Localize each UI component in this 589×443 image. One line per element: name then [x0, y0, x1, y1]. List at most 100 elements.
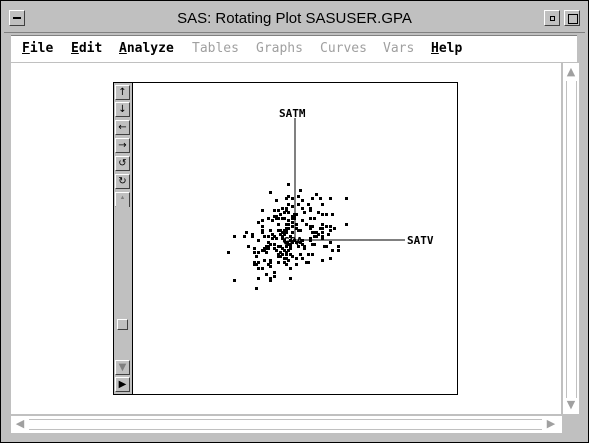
scatter-point: [233, 235, 236, 238]
scatter-point: [301, 219, 304, 222]
menu-curves[interactable]: Curves: [320, 41, 367, 56]
play-icon[interactable]: ▶: [115, 377, 130, 392]
menu-bar: File Edit Analyze Tables Graphs Curves V…: [11, 35, 577, 62]
scatter-point: [267, 247, 270, 250]
scroll-down-icon[interactable]: ▼: [564, 398, 578, 412]
scatter-point: [317, 233, 320, 236]
scatter-point: [303, 211, 306, 214]
scatter-point: [279, 233, 282, 236]
scatter-point: [275, 199, 278, 202]
scatter-point: [325, 225, 328, 228]
scatter-point: [281, 207, 284, 210]
scatter-point: [277, 223, 280, 226]
scroll-up-icon[interactable]: ▲: [564, 65, 578, 79]
scatter-point: [309, 217, 312, 220]
scatter-point: [317, 211, 320, 214]
scatter-point: [321, 227, 324, 230]
scatter-point: [263, 259, 266, 262]
vertical-scrollbar[interactable]: ▲ ▼: [562, 63, 579, 414]
scatter-point: [287, 219, 290, 222]
scatter-point: [243, 235, 246, 238]
scatter-point: [319, 197, 322, 200]
scatter-point: [285, 251, 288, 254]
rotate-right-icon[interactable]: →: [115, 138, 130, 153]
scatter-point: [291, 221, 294, 224]
scatter-point: [331, 249, 334, 252]
menu-tables[interactable]: Tables: [192, 41, 239, 56]
menu-help-mnemonic: H: [431, 41, 439, 56]
speed-slider-track[interactable]: [116, 199, 129, 377]
minimize-button[interactable]: [544, 10, 560, 26]
scatter-point: [261, 219, 264, 222]
maximize-button[interactable]: [564, 10, 580, 26]
scatter-point: [285, 223, 288, 226]
window-title: SAS: Rotating Plot SASUSER.GPA: [177, 10, 412, 27]
scatter-point: [329, 197, 332, 200]
scatter-point: [291, 231, 294, 234]
scatter-point: [301, 257, 304, 260]
scatter-point: [273, 275, 276, 278]
scroll-right-icon[interactable]: ▶: [544, 417, 558, 431]
menu-file[interactable]: File: [22, 41, 53, 56]
menu-edit[interactable]: Edit: [71, 41, 102, 56]
scatter-point: [261, 267, 264, 270]
scatter-point: [269, 229, 272, 232]
title-bar[interactable]: SAS: Rotating Plot SASUSER.GPA: [4, 4, 585, 33]
scatter-point: [253, 263, 256, 266]
scatter-point: [267, 217, 270, 220]
menu-analyze[interactable]: Analyze: [119, 41, 174, 56]
scatter-point: [257, 239, 260, 242]
scatter-point: [263, 235, 266, 238]
vertical-scroll-track[interactable]: [566, 81, 577, 398]
rotation-toolbar: ↑ ↓ ← → ↺ ↻ ▲ ▼ ▶: [114, 83, 133, 394]
scatter-point: [227, 251, 230, 254]
scatter-point: [321, 223, 324, 226]
scatter-point: [273, 247, 276, 250]
scatter-point: [311, 253, 314, 256]
scatter-point: [287, 211, 290, 214]
scatter-point: [267, 263, 270, 266]
scatter-point: [269, 259, 272, 262]
scatter-point: [287, 183, 290, 186]
rotate-ccw-icon[interactable]: ↺: [115, 156, 130, 171]
scatter-point: [309, 225, 312, 228]
slider-down-icon[interactable]: ▼: [115, 360, 130, 375]
scatter-point: [329, 225, 332, 228]
scrollbar-corner: [562, 415, 578, 432]
rotate-up-icon[interactable]: ↑: [115, 85, 130, 100]
scatter-point: [257, 221, 260, 224]
rotate-down-icon[interactable]: ↓: [115, 102, 130, 117]
menu-vars[interactable]: Vars: [383, 41, 414, 56]
scatter-point: [261, 209, 264, 212]
scatter-point: [261, 249, 264, 252]
scatter-point: [277, 209, 280, 212]
rotating-plot-frame: ↑ ↓ ← → ↺ ↻ ▲ ▼ ▶ SATM SATV GPA: [113, 82, 458, 395]
horizontal-scrollbar[interactable]: ◀ ▶: [11, 415, 562, 433]
menu-file-mnemonic: F: [22, 41, 30, 56]
scatter-point: [269, 191, 272, 194]
rotate-cw-icon[interactable]: ↻: [115, 174, 130, 189]
scatter-point: [277, 255, 280, 258]
menu-help-label: elp: [438, 41, 463, 56]
scroll-left-icon[interactable]: ◀: [13, 417, 27, 431]
scatter-point: [279, 229, 282, 232]
rotating-scatter-plot[interactable]: SATM SATV GPA: [133, 83, 457, 394]
menu-graphs[interactable]: Graphs: [256, 41, 303, 56]
scatter-point: [321, 213, 324, 216]
scatter-point: [327, 233, 330, 236]
speed-slider-thumb[interactable]: [117, 319, 128, 330]
scatter-point: [257, 277, 260, 280]
scatter-point: [311, 197, 314, 200]
scatter-point: [295, 257, 298, 260]
scatter-point: [253, 247, 256, 250]
menu-help[interactable]: Help: [431, 41, 462, 56]
scatter-point: [295, 263, 298, 266]
horizontal-scroll-track[interactable]: [29, 419, 542, 430]
scatter-point: [251, 235, 254, 238]
rotate-left-icon[interactable]: ←: [115, 120, 130, 135]
scatter-point: [253, 251, 256, 254]
scatter-point: [291, 197, 294, 200]
scatter-point: [333, 227, 336, 230]
scatter-point: [245, 231, 248, 234]
scatter-point: [271, 219, 274, 222]
